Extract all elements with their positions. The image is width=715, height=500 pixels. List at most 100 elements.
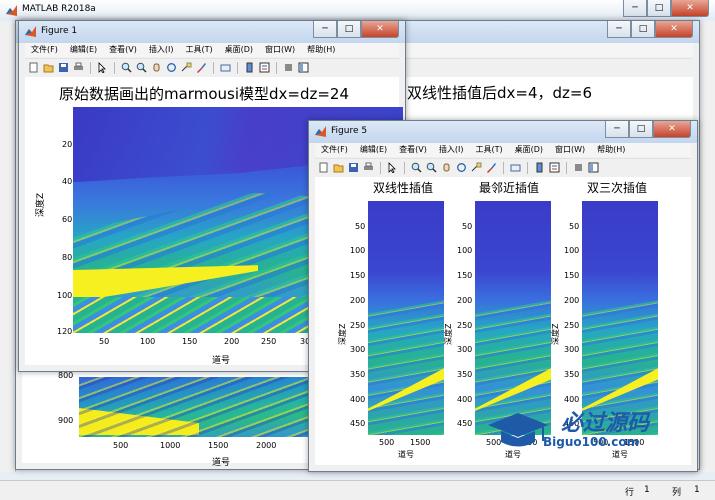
figure-icon [25, 26, 36, 37]
figure5-titlebar[interactable]: Figure 5 ─ □ ✕ [309, 121, 697, 143]
menu-insert[interactable]: 插入(I) [143, 43, 180, 57]
colorbar-icon[interactable] [243, 61, 256, 74]
show-plot-tools-icon[interactable] [587, 161, 600, 174]
data-cursor-icon[interactable] [180, 61, 193, 74]
legend-icon[interactable] [548, 161, 561, 174]
figure1-xtick: 150 [182, 337, 198, 346]
figure1-ytick: 60 [62, 215, 73, 224]
main-maximize-button[interactable]: □ [647, 0, 671, 17]
figure1-maximize-button[interactable]: □ [337, 21, 361, 38]
figure1-ylabel: 深度Z [36, 192, 46, 217]
toolbar-separator [114, 61, 115, 74]
link-plot-icon[interactable] [509, 161, 522, 174]
menu-file[interactable]: 文件(F) [315, 143, 354, 157]
open-folder-icon[interactable] [42, 61, 55, 74]
print-icon[interactable] [72, 61, 85, 74]
save-icon[interactable] [347, 161, 360, 174]
figure1-title: Figure 1 [41, 26, 78, 36]
new-figure-icon[interactable] [317, 161, 330, 174]
menu-window[interactable]: 窗口(W) [549, 143, 591, 157]
subplot2-ytick: 50 [462, 222, 473, 231]
subplot1-ytick: 250 [350, 321, 366, 330]
menu-tools[interactable]: 工具(T) [469, 143, 508, 157]
figure5-close-button[interactable]: ✕ [653, 121, 691, 138]
figure1-xtick: 250 [261, 337, 277, 346]
figure-back-minimize-button[interactable]: ─ [607, 21, 631, 38]
left-panel-edge [0, 22, 16, 472]
new-figure-icon[interactable] [27, 61, 40, 74]
colorbar-icon[interactable] [533, 161, 546, 174]
pointer-icon[interactable] [96, 61, 109, 74]
subplot1-ytick: 200 [350, 296, 366, 305]
figure1-menubar: 文件(F) 编辑(E) 查看(V) 插入(I) 工具(T) 桌面(D) 窗口(W… [25, 43, 399, 57]
menu-desktop[interactable]: 桌面(D) [509, 143, 549, 157]
menu-edit[interactable]: 编辑(E) [354, 143, 393, 157]
menu-window[interactable]: 窗口(W) [259, 43, 301, 57]
figure5-window: Figure 5 ─ □ ✕ 文件(F) 编辑(E) 查看(V) 插入(I) 工… [308, 120, 698, 472]
open-folder-icon[interactable] [332, 161, 345, 174]
menu-desktop[interactable]: 桌面(D) [219, 43, 259, 57]
figure-back-maximize-button[interactable]: □ [631, 21, 655, 38]
pointer-icon[interactable] [386, 161, 399, 174]
figure1-ytick: 100 [57, 291, 73, 300]
hide-plot-tools-icon[interactable] [282, 61, 295, 74]
figure1-minimize-button[interactable]: ─ [313, 21, 337, 38]
subplot3-ytick: 150 [564, 271, 580, 280]
subplot1-ylabel: 深度Z [338, 323, 347, 345]
matlab-logo-icon [6, 5, 17, 16]
status-col-label: 列 [672, 488, 682, 498]
main-close-button[interactable]: ✕ [671, 0, 709, 17]
show-plot-tools-icon[interactable] [297, 61, 310, 74]
figure1-xtick: 50 [99, 337, 110, 346]
figure5-minimize-button[interactable]: ─ [605, 121, 629, 138]
menu-help[interactable]: 帮助(H) [301, 43, 341, 57]
zoom-out-icon[interactable] [135, 61, 148, 74]
main-minimize-button[interactable]: ─ [623, 0, 647, 17]
main-titlebar[interactable]: MATLAB R2018a ─ □ ✕ [0, 0, 715, 20]
subplot3-layers [582, 299, 658, 435]
toolbar-separator [503, 161, 504, 174]
toolbar-separator [90, 61, 91, 74]
pan-hand-icon[interactable] [440, 161, 453, 174]
menu-view[interactable]: 查看(V) [103, 43, 143, 57]
zoom-in-icon[interactable] [410, 161, 423, 174]
status-row-label: 行 [625, 488, 635, 498]
subplot1-xtick: 500 [379, 438, 395, 447]
menu-help[interactable]: 帮助(H) [591, 143, 631, 157]
data-cursor-icon[interactable] [470, 161, 483, 174]
print-icon[interactable] [362, 161, 375, 174]
toolbar-separator [404, 161, 405, 174]
status-col-value: 1 [694, 485, 700, 495]
menu-file[interactable]: 文件(F) [25, 43, 64, 57]
link-plot-icon[interactable] [219, 61, 232, 74]
rotate-icon[interactable] [455, 161, 468, 174]
subplot3-ytick: 200 [564, 296, 580, 305]
figure-back-xtick: 2000 [256, 441, 277, 450]
save-icon[interactable] [57, 61, 70, 74]
figure1-xtick: 200 [224, 337, 240, 346]
subplot1-xtick: 1500 [410, 438, 431, 447]
brush-icon[interactable] [195, 61, 208, 74]
pan-hand-icon[interactable] [150, 61, 163, 74]
menu-insert[interactable]: 插入(I) [433, 143, 470, 157]
menu-edit[interactable]: 编辑(E) [64, 43, 103, 57]
subplot1-layers [368, 299, 444, 435]
figure1-titlebar[interactable]: Figure 1 ─ □ ✕ [19, 21, 405, 43]
hide-plot-tools-icon[interactable] [572, 161, 585, 174]
figure-back-close-button[interactable]: ✕ [655, 21, 693, 38]
zoom-in-icon[interactable] [120, 61, 133, 74]
subplot1-ytick: 350 [350, 370, 366, 379]
brush-icon[interactable] [485, 161, 498, 174]
subplot2-ytick: 300 [457, 345, 473, 354]
figure1-close-button[interactable]: ✕ [361, 21, 399, 38]
figure5-maximize-button[interactable]: □ [629, 121, 653, 138]
subplot2-ytick: 250 [457, 321, 473, 330]
subplot1-ytick: 150 [350, 271, 366, 280]
rotate-icon[interactable] [165, 61, 178, 74]
zoom-out-icon[interactable] [425, 161, 438, 174]
watermark-cn-text: 必过源码 [561, 411, 650, 436]
menu-view[interactable]: 查看(V) [393, 143, 433, 157]
menu-tools[interactable]: 工具(T) [179, 43, 218, 57]
subplot2-ytick: 450 [457, 419, 473, 428]
legend-icon[interactable] [258, 61, 271, 74]
